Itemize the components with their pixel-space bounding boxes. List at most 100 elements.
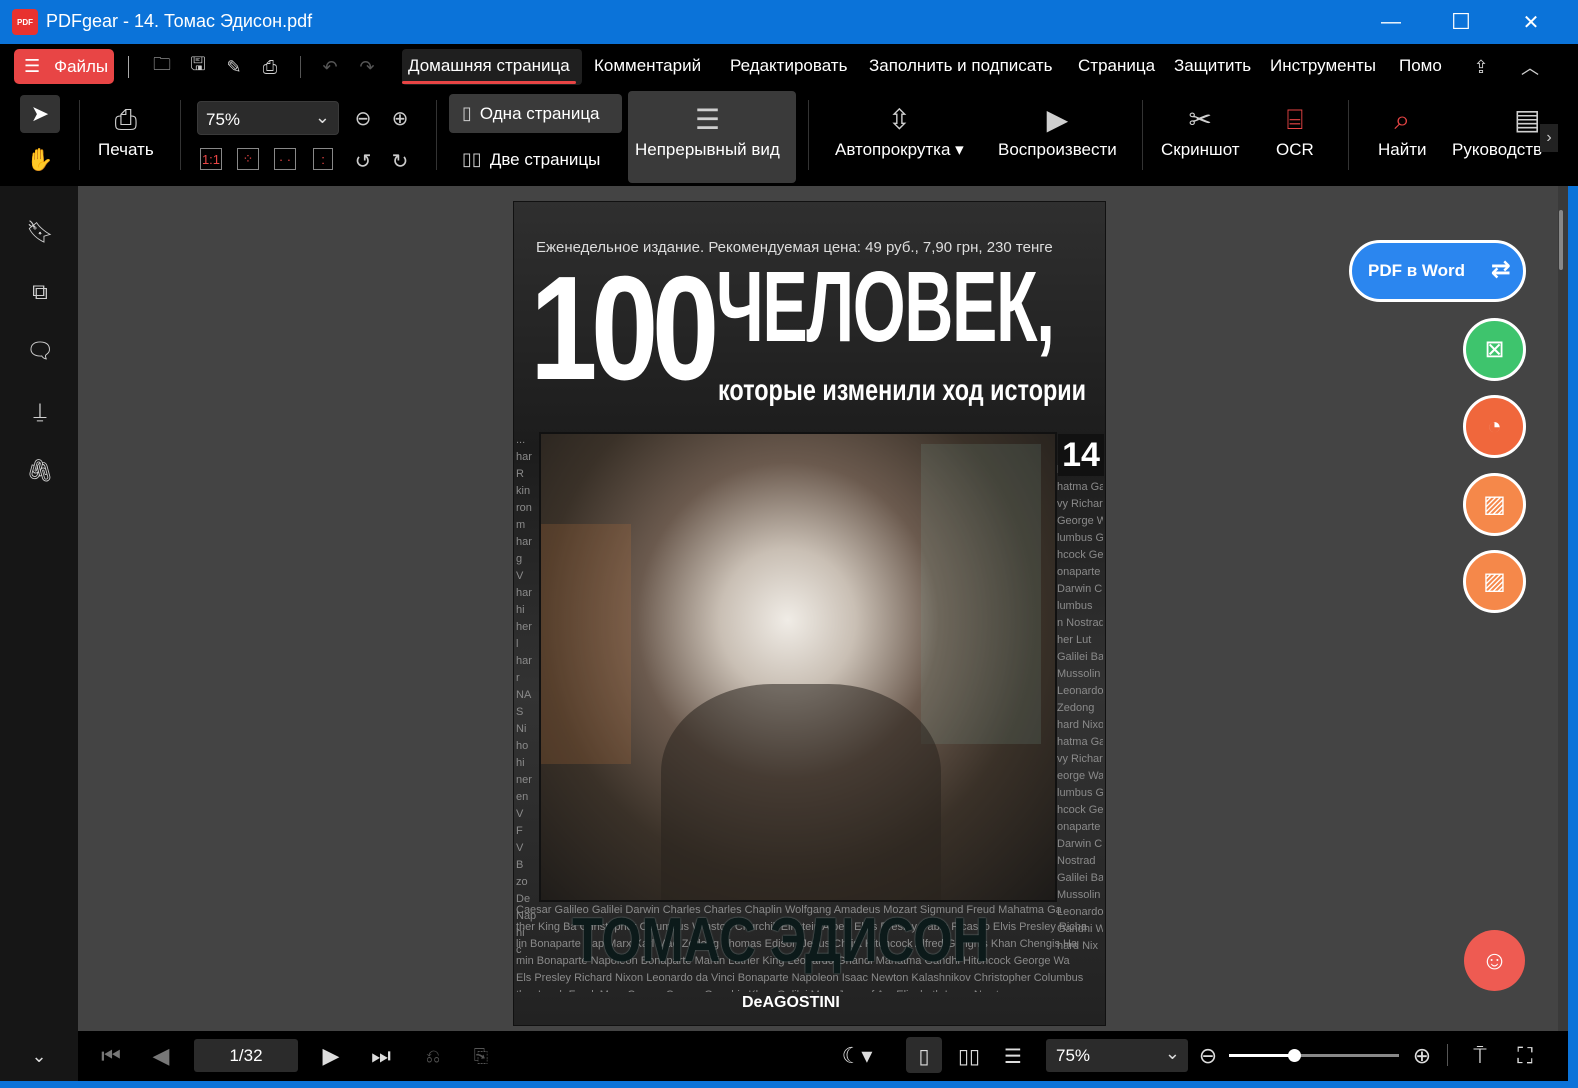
files-menu-label: Файлы bbox=[54, 56, 109, 76]
first-page-icon[interactable]: ⏮ bbox=[96, 1041, 126, 1071]
app-logo-icon: PDF bbox=[12, 9, 38, 35]
window-border-right bbox=[1568, 44, 1578, 1088]
expand-sidebar-icon[interactable]: ⌄ bbox=[24, 1041, 54, 1071]
actual-size-icon[interactable]: 1:1 bbox=[200, 148, 222, 170]
tab-home[interactable]: Домашняя страница bbox=[402, 56, 576, 84]
select-cursor-icon[interactable]: ➤ bbox=[26, 100, 54, 128]
bookmark-icon[interactable]: 🔖︎ bbox=[26, 218, 54, 246]
zoom-out-icon[interactable]: ⊖ bbox=[349, 104, 377, 132]
tab-page[interactable]: Страница bbox=[1078, 56, 1155, 76]
two-page-view-icon[interactable]: ▯▯ bbox=[954, 1041, 984, 1071]
stamp-icon[interactable]: ⍊ bbox=[26, 397, 54, 425]
ribbon-divider bbox=[180, 100, 181, 170]
comments-icon[interactable]: 🗨︎ bbox=[26, 337, 54, 365]
cover-person-name: ТОМАС ЭДИСОН bbox=[572, 906, 990, 975]
save-as-icon[interactable]: ✎ bbox=[221, 54, 247, 80]
back-view-icon[interactable]: ⎌ bbox=[418, 1041, 448, 1071]
tab-tools[interactable]: Инструменты bbox=[1270, 56, 1376, 76]
fullscreen-icon[interactable]: ⛶ bbox=[1510, 1041, 1540, 1071]
presentation-icon: ▶ bbox=[1046, 104, 1069, 135]
chevron-down-icon: ⌄ bbox=[314, 107, 330, 127]
find-label: Найти bbox=[1378, 140, 1427, 159]
ai-assistant-button[interactable]: ☺ bbox=[1464, 930, 1525, 991]
zoom-select[interactable]: 75% ⌄ bbox=[197, 101, 339, 135]
tab-protect[interactable]: Защитить bbox=[1174, 56, 1251, 76]
status-zoom-select[interactable]: 75% ⌄ bbox=[1046, 1039, 1188, 1072]
pdf-to-excel-button[interactable]: ⊠ bbox=[1463, 318, 1526, 381]
publisher-logo: DeAGOSTINI bbox=[742, 994, 840, 1011]
fit-height-icon[interactable]: : bbox=[313, 148, 333, 170]
night-mode-icon[interactable]: ☾▾ bbox=[835, 1041, 879, 1071]
window-border-bottom bbox=[0, 1081, 1578, 1088]
autoscroll-icon: ⇳ bbox=[887, 104, 912, 135]
files-menu-button[interactable]: ☰ Файлы bbox=[14, 49, 114, 84]
status-zoom-in-icon[interactable]: ⊕ bbox=[1407, 1041, 1437, 1071]
tab-edit[interactable]: Редактировать bbox=[730, 56, 847, 76]
ocr-button[interactable]: ⌸ OCR bbox=[1276, 100, 1314, 160]
find-button[interactable]: ⌕ Найти bbox=[1378, 100, 1427, 160]
autoscroll-button[interactable]: ⇳ Автопрокрутка ▾ bbox=[835, 100, 964, 160]
image-to-pdf-button[interactable]: ▨ bbox=[1463, 550, 1526, 613]
rotate-left-icon[interactable]: ↺ bbox=[349, 147, 377, 175]
continuous-view-label: Непрерывный вид bbox=[635, 140, 780, 159]
share-icon[interactable]: ⇪ bbox=[1466, 54, 1496, 80]
scrollbar-thumb[interactable] bbox=[1559, 210, 1563, 270]
single-page-view-icon[interactable]: ▯ bbox=[909, 1041, 939, 1071]
continuous-view-icon: ☰ bbox=[694, 104, 720, 135]
save-icon[interactable]: 🖫 bbox=[185, 54, 211, 80]
book-icon: ▤ bbox=[1514, 104, 1541, 135]
page-number-input[interactable]: 1/32 bbox=[194, 1039, 298, 1072]
last-page-icon[interactable]: ⏭ bbox=[366, 1041, 396, 1071]
close-button[interactable]: ✕ bbox=[1496, 0, 1566, 44]
play-button[interactable]: ▶ Воспроизвести bbox=[998, 100, 1117, 160]
thumbnails-icon[interactable]: ⧉ bbox=[26, 278, 54, 306]
fit-width-icon[interactable]: · · bbox=[274, 148, 296, 170]
collapse-ribbon-icon[interactable]: ︿ bbox=[1517, 54, 1543, 80]
hand-tool-icon[interactable]: ✋ bbox=[26, 146, 54, 174]
continuous-view-small-icon[interactable]: ☰ bbox=[998, 1041, 1028, 1071]
attachment-icon[interactable]: 🖇︎ bbox=[26, 457, 54, 485]
status-zoom-out-icon[interactable]: ⊖ bbox=[1193, 1041, 1223, 1071]
tab-comment[interactable]: Комментарий bbox=[594, 56, 701, 76]
tab-help[interactable]: Помо bbox=[1399, 56, 1442, 76]
maximize-button[interactable]: ☐ bbox=[1426, 0, 1496, 44]
guide-button[interactable]: ▤ Руководств bbox=[1452, 100, 1550, 160]
previous-page-icon[interactable]: ◀ bbox=[146, 1041, 176, 1071]
undo-icon[interactable]: ↶ bbox=[317, 54, 343, 80]
ribbon-divider bbox=[1142, 100, 1143, 170]
print-small-icon[interactable]: ⎙ bbox=[257, 54, 283, 80]
zoom-in-icon[interactable]: ⊕ bbox=[386, 104, 414, 132]
print-button[interactable]: ⎙ Печать bbox=[98, 100, 154, 160]
hamburger-icon: ☰ bbox=[24, 56, 41, 76]
forward-view-icon[interactable]: ⎘ bbox=[466, 1041, 496, 1071]
pdf-to-word-button[interactable]: PDF в Word ⇄ bbox=[1349, 240, 1526, 302]
image-convert-icon: ▨ bbox=[1483, 491, 1506, 518]
continuous-view-button[interactable]: ☰ Непрерывный вид bbox=[635, 100, 780, 160]
pdf-to-word-label: PDF в Word bbox=[1368, 261, 1466, 280]
screenshot-button[interactable]: ✂ Скриншот bbox=[1161, 100, 1240, 160]
play-label: Воспроизвести bbox=[998, 140, 1117, 159]
chevron-down-icon: ⌄ bbox=[1164, 1043, 1180, 1063]
next-page-icon[interactable]: ▶ bbox=[316, 1041, 346, 1071]
ribbon-scroll-right-icon[interactable]: › bbox=[1540, 124, 1558, 152]
redo-icon[interactable]: ↷ bbox=[354, 54, 380, 80]
zoom-value: 75% bbox=[206, 110, 241, 129]
presentation-mode-icon[interactable]: ⍑ bbox=[1465, 1041, 1495, 1071]
cover-tagline: которые изменили ход истории bbox=[718, 374, 1087, 407]
one-page-button[interactable]: ▯ Одна страница bbox=[462, 103, 600, 124]
vertical-scrollbar[interactable] bbox=[1558, 186, 1568, 1031]
image-pdf-icon: ▨ bbox=[1483, 568, 1506, 595]
pdf-to-image-button[interactable]: ▨ bbox=[1463, 473, 1526, 536]
tab-fill-sign[interactable]: Заполнить и подписать bbox=[869, 56, 1053, 76]
two-pages-button[interactable]: ▯▯ Две страницы bbox=[462, 149, 600, 170]
print-label: Печать bbox=[98, 140, 154, 159]
pdf-to-ppt-button[interactable]: ◔ bbox=[1463, 395, 1526, 458]
autoscroll-label: Автопрокрутка ▾ bbox=[835, 140, 964, 159]
fit-page-icon[interactable]: ⁘ bbox=[237, 148, 259, 170]
zoom-slider-handle[interactable] bbox=[1287, 1049, 1301, 1062]
rotate-right-icon[interactable]: ↻ bbox=[386, 147, 414, 175]
open-folder-icon[interactable]: 🗀 bbox=[149, 54, 175, 80]
minimize-button[interactable]: — bbox=[1356, 0, 1426, 44]
scissors-icon: ✂ bbox=[1188, 104, 1213, 135]
printer-icon: ⎙ bbox=[114, 104, 138, 135]
